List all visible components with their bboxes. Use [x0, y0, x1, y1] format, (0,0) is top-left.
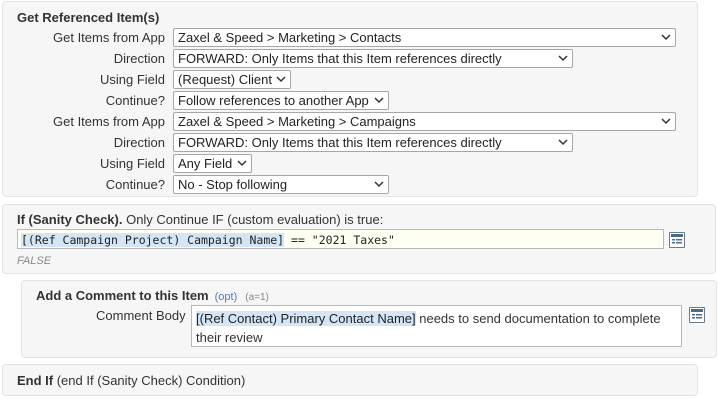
- chevron-down-icon: [558, 139, 568, 146]
- continue-label: Continue?: [105, 177, 165, 192]
- continue-label: Continue?: [105, 93, 165, 108]
- direction-row-2: Direction FORWARD: Only Items that this …: [3, 133, 697, 152]
- select-value: FORWARD: Only Items that this Item refer…: [178, 51, 502, 66]
- get-referenced-items-panel: Get Referenced Item(s) Get Items from Ap…: [2, 1, 698, 197]
- using-field-label: Using Field: [99, 156, 165, 171]
- using-field-row-2: Using Field Any Field: [3, 154, 697, 173]
- expression-editor-icon: [671, 234, 683, 244]
- chevron-down-icon: [661, 118, 671, 125]
- get-items-from-app-label: Get Items from App: [53, 114, 165, 129]
- continue-row-2: Continue? No - Stop following: [3, 175, 697, 194]
- continue-row-1: Continue? Follow references to another A…: [3, 91, 697, 110]
- optional-link[interactable]: (opt): [215, 291, 238, 303]
- sanity-check-title-rest: Only Continue IF (custom evaluation) is …: [122, 212, 384, 227]
- end-if-title: End If (end If (Sanity Check) Condition): [17, 373, 245, 388]
- field-token[interactable]: [(Ref Contact) Primary Contact Name]: [196, 311, 416, 326]
- add-comment-title: Add a Comment to this Item (opt) (a=1): [36, 288, 269, 303]
- sanity-check-title-bold: If (Sanity Check).: [17, 212, 123, 227]
- direction-label: Direction: [113, 135, 165, 150]
- get-items-from-app-select[interactable]: Zaxel & Speed > Marketing > Campaigns: [173, 112, 676, 131]
- get-referenced-items-title: Get Referenced Item(s): [17, 10, 160, 25]
- expression-editor-icon: [691, 309, 703, 319]
- action-count: (a=1): [245, 292, 269, 303]
- get-items-from-app-label: Get Items from App: [53, 30, 165, 45]
- get-items-from-app-row-1: Get Items from App Zaxel & Speed > Marke…: [3, 28, 697, 47]
- using-field-row-1: Using Field (Request) Client: [3, 70, 697, 89]
- direction-select[interactable]: FORWARD: Only Items that this Item refer…: [173, 49, 573, 68]
- direction-label: Direction: [113, 51, 165, 66]
- direction-row-1: Direction FORWARD: Only Items that this …: [3, 49, 697, 68]
- end-if-title-bold: End If: [17, 373, 54, 388]
- comment-editor-button[interactable]: [689, 307, 705, 323]
- chevron-down-icon: [237, 160, 247, 167]
- sanity-check-panel: If (Sanity Check). Only Continue IF (cus…: [2, 204, 716, 274]
- field-token[interactable]: [(Ref Campaign Project) Campaign Name]: [21, 233, 285, 247]
- evaluation-result: FALSE: [17, 255, 52, 267]
- get-items-from-app-select[interactable]: Zaxel & Speed > Marketing > Contacts: [173, 28, 676, 47]
- chevron-down-icon: [276, 76, 286, 83]
- chevron-down-icon: [374, 97, 384, 104]
- get-items-from-app-row-2: Get Items from App Zaxel & Speed > Marke…: [3, 112, 697, 131]
- expression-rest: == "2021 Taxes": [284, 233, 395, 247]
- select-value: Zaxel & Speed > Marketing > Contacts: [178, 30, 402, 45]
- sanity-check-title: If (Sanity Check). Only Continue IF (cus…: [17, 212, 383, 227]
- select-value: No - Stop following: [178, 177, 288, 192]
- select-value: Zaxel & Speed > Marketing > Campaigns: [178, 114, 416, 129]
- select-value: Any Field: [178, 156, 233, 171]
- select-value: Follow references to another App: [178, 93, 369, 108]
- using-field-select[interactable]: (Request) Client: [173, 70, 291, 89]
- continue-select[interactable]: Follow references to another App: [173, 91, 389, 110]
- using-field-select[interactable]: Any Field: [173, 154, 252, 173]
- chevron-down-icon: [661, 34, 671, 41]
- continue-select[interactable]: No - Stop following: [173, 175, 389, 194]
- select-value: (Request) Client: [178, 72, 272, 87]
- end-if-title-rest: (end If (Sanity Check) Condition): [53, 373, 246, 388]
- chevron-down-icon: [374, 181, 384, 188]
- end-if-panel: End If (end If (Sanity Check) Condition): [2, 364, 698, 396]
- condition-expression-input[interactable]: [(Ref Campaign Project) Campaign Name] =…: [17, 229, 664, 249]
- chevron-down-icon: [558, 55, 568, 62]
- comment-body-label: Comment Body: [96, 308, 186, 323]
- add-comment-title-text: Add a Comment to this Item: [36, 288, 209, 303]
- comment-body-input[interactable]: [(Ref Contact) Primary Contact Name] nee…: [191, 305, 682, 347]
- direction-select[interactable]: FORWARD: Only Items that this Item refer…: [173, 133, 573, 152]
- using-field-label: Using Field: [99, 72, 165, 87]
- add-comment-panel: Add a Comment to this Item (opt) (a=1) Com…: [21, 280, 717, 358]
- expression-editor-button[interactable]: [669, 232, 685, 248]
- select-value: FORWARD: Only Items that this Item refer…: [178, 135, 502, 150]
